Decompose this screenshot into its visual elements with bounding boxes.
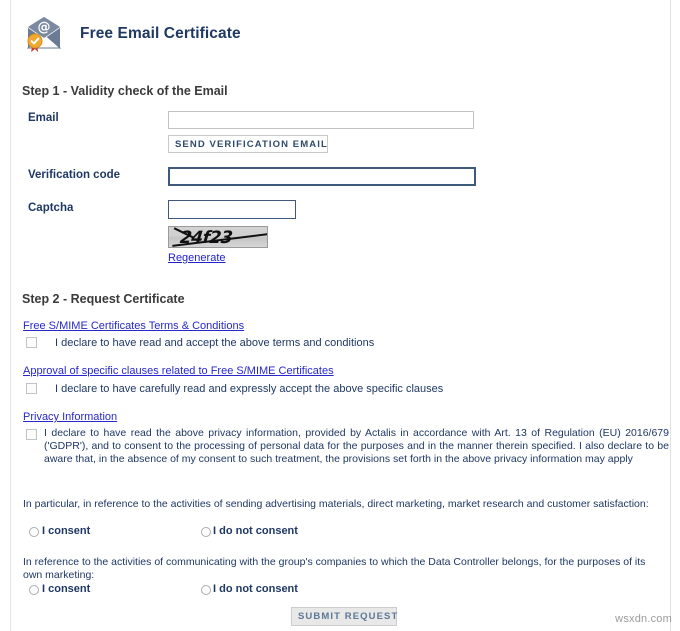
terms-and-conditions-checkbox[interactable]	[26, 337, 37, 348]
terms-and-conditions-declaration: I declare to have read and accept the ab…	[55, 337, 375, 349]
marketing-consent-yes-radio[interactable]	[29, 527, 39, 537]
specific-clauses-link[interactable]: Approval of specific clauses related to …	[23, 365, 334, 377]
privacy-information-link[interactable]: Privacy Information	[23, 411, 117, 423]
step2-heading: Step 2 - Request Certificate	[22, 292, 185, 306]
captcha-image-text: 24f23	[178, 228, 234, 248]
marketing-consent-yes-label[interactable]: I consent	[42, 525, 90, 537]
svg-text:@: @	[38, 20, 51, 35]
send-verification-email-button[interactable]: SEND VERIFICATION EMAIL	[168, 135, 328, 153]
group-consent-no-radio[interactable]	[201, 585, 211, 595]
email-certificate-icon: @	[22, 13, 66, 55]
group-consent-yes-radio[interactable]	[29, 585, 39, 595]
terms-and-conditions-link[interactable]: Free S/MIME Certificates Terms & Conditi…	[23, 320, 244, 332]
marketing-consent-no-radio[interactable]	[201, 527, 211, 537]
page-right-rule	[670, 0, 671, 631]
group-consent-yes-label[interactable]: I consent	[42, 583, 90, 595]
marketing-consent-no-label[interactable]: I do not consent	[213, 525, 298, 537]
group-consent-question: In reference to the activities of commun…	[23, 556, 646, 581]
privacy-information-declaration: I declare to have read the above privacy…	[44, 427, 669, 465]
page-left-rule	[10, 0, 11, 631]
free-email-certificate-page: @ Free Email Certificate Step 1 - Validi…	[0, 0, 680, 631]
watermark: wsxdn.com	[615, 613, 672, 625]
group-consent-no-label[interactable]: I do not consent	[213, 583, 298, 595]
marketing-consent-question: In particular, in reference to the activ…	[23, 498, 649, 510]
regenerate-captcha-link[interactable]: Regenerate	[168, 252, 226, 264]
step1-heading: Step 1 - Validity check of the Email	[22, 84, 228, 98]
privacy-information-checkbox[interactable]	[26, 429, 37, 440]
specific-clauses-checkbox[interactable]	[26, 383, 37, 394]
page-header: @ Free Email Certificate	[22, 8, 241, 60]
email-label: Email	[28, 112, 59, 124]
email-input[interactable]	[168, 111, 474, 129]
page-title: Free Email Certificate	[80, 25, 241, 42]
verification-code-input[interactable]	[168, 167, 476, 186]
verification-code-label: Verification code	[28, 169, 121, 181]
specific-clauses-declaration: I declare to have carefully read and exp…	[55, 383, 444, 395]
submit-request-button[interactable]: SUBMIT REQUEST	[291, 607, 397, 626]
captcha-input[interactable]	[168, 200, 296, 219]
captcha-image: 24f23	[168, 226, 268, 248]
captcha-label: Captcha	[28, 202, 74, 214]
